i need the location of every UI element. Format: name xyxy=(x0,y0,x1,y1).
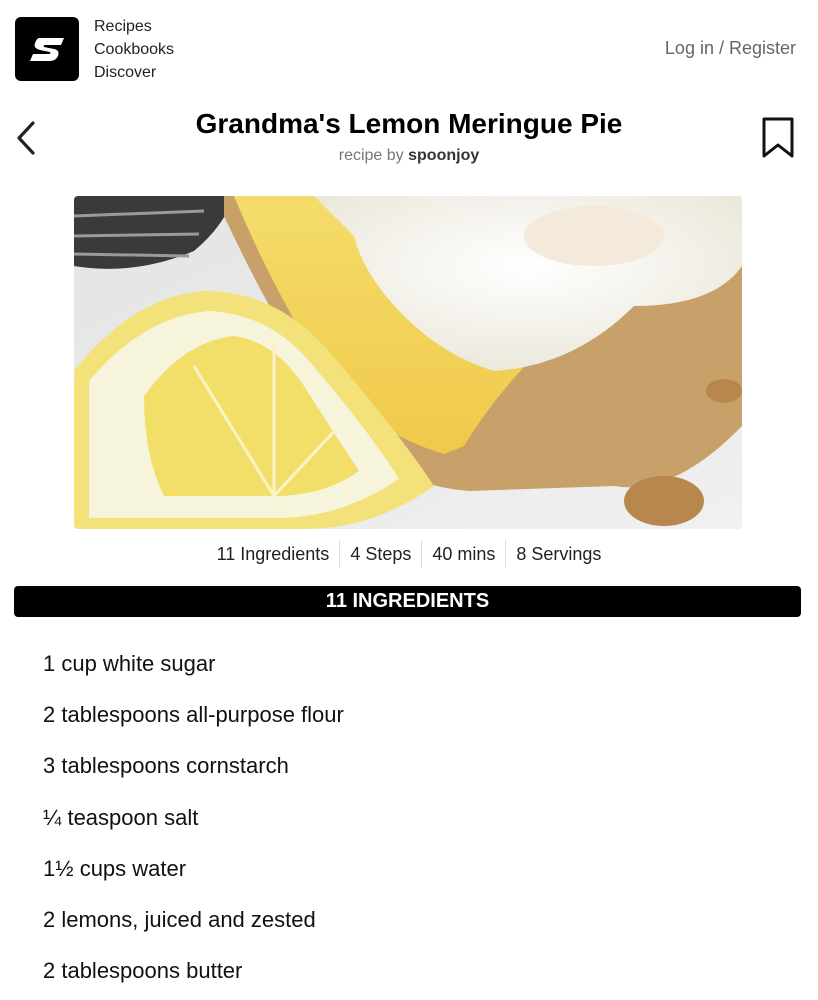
ingredient-item: 1 cup white sugar xyxy=(43,651,216,676)
ingredient-item: 1½ cups water xyxy=(43,855,187,881)
recipe-byline: recipe by spoonjoy xyxy=(0,147,818,165)
nav-cookbooks[interactable]: Cookbooks xyxy=(94,38,174,61)
ingredient-item: 2 tablespoons butter xyxy=(43,958,243,984)
login-register-link[interactable]: Log in / Register xyxy=(665,38,796,59)
site-header: Recipes Cookbooks Discover Log in / Regi… xyxy=(0,0,818,96)
recipe-hero-image xyxy=(74,196,742,529)
recipe-stats: 11 Ingredients 4 Steps 40 mins 8 Serving… xyxy=(0,540,818,568)
logo-icon xyxy=(30,38,64,61)
nav-discover[interactable]: Discover xyxy=(94,61,174,84)
stat-ingredients: 11 Ingredients xyxy=(216,544,330,564)
bookmark-button[interactable] xyxy=(760,116,796,160)
ingredients-header: 11 INGREDIENTS xyxy=(14,586,801,617)
ingredient-item: 2 tablespoons all-purpose flour xyxy=(43,702,344,728)
stat-steps: 4 Steps xyxy=(339,540,421,568)
recipe-title: Grandma's Lemon Meringue Pie xyxy=(195,108,623,139)
author-link[interactable]: spoonjoy xyxy=(408,147,479,164)
stat-time: 40 mins xyxy=(421,540,505,568)
ingredient-item: 2 lemons, juiced and zested xyxy=(43,907,316,933)
spoonjoy-logo[interactable] xyxy=(15,17,79,81)
main-nav: Recipes Cookbooks Discover xyxy=(94,15,174,84)
lemon-pie-photo xyxy=(74,196,742,529)
ingredients-list: 1 cup white sugar 2 tablespoons all-purp… xyxy=(43,638,344,996)
ingredient-item: 3 tablespoons cornstarch xyxy=(43,753,289,779)
nav-recipes[interactable]: Recipes xyxy=(94,15,174,38)
stat-servings: 8 Servings xyxy=(505,540,611,568)
bookmark-icon xyxy=(762,117,794,158)
byline-prefix: recipe by xyxy=(338,147,404,164)
ingredient-item: ¼ teaspoon salt xyxy=(43,804,199,830)
